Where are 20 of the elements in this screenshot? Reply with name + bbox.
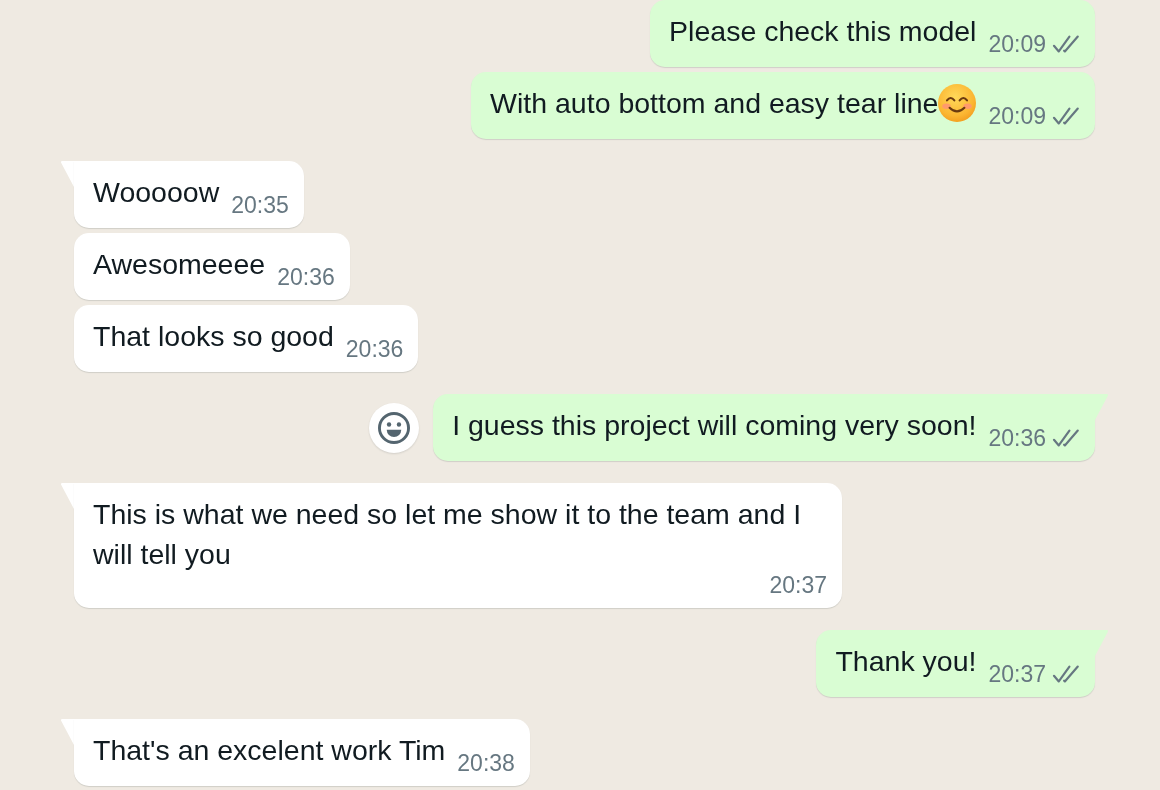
emoji-reaction-button[interactable] [369,402,420,453]
message-text: That's an excelent work Tim [93,733,446,768]
message-time: 20:37 [769,574,827,597]
message-text: Thank you! [835,644,977,679]
message-time: 20:36 [277,266,335,289]
message-text: Please check this model [669,14,977,49]
message-time: 20:36 [988,427,1046,450]
message-text: Awesomeeee [93,247,266,282]
smiley-icon [378,411,411,444]
message-time: 20:35 [231,194,289,217]
message-time: 20:36 [345,338,404,361]
message-time: 20:09 [988,105,1046,128]
message-text: This is what we need so let me show it to the team and I will tell you [93,497,803,572]
message-text: Wooooow [93,175,220,210]
message-text: I guess this project will coming very soon! [452,408,977,443]
message-text: That looks so good [93,319,334,354]
message-time: 20:38 [457,752,515,775]
message-time: 20:09 [988,33,1046,56]
message-time: 20:37 [988,663,1046,686]
message-text: With auto bottom and easy tear line [490,86,939,121]
